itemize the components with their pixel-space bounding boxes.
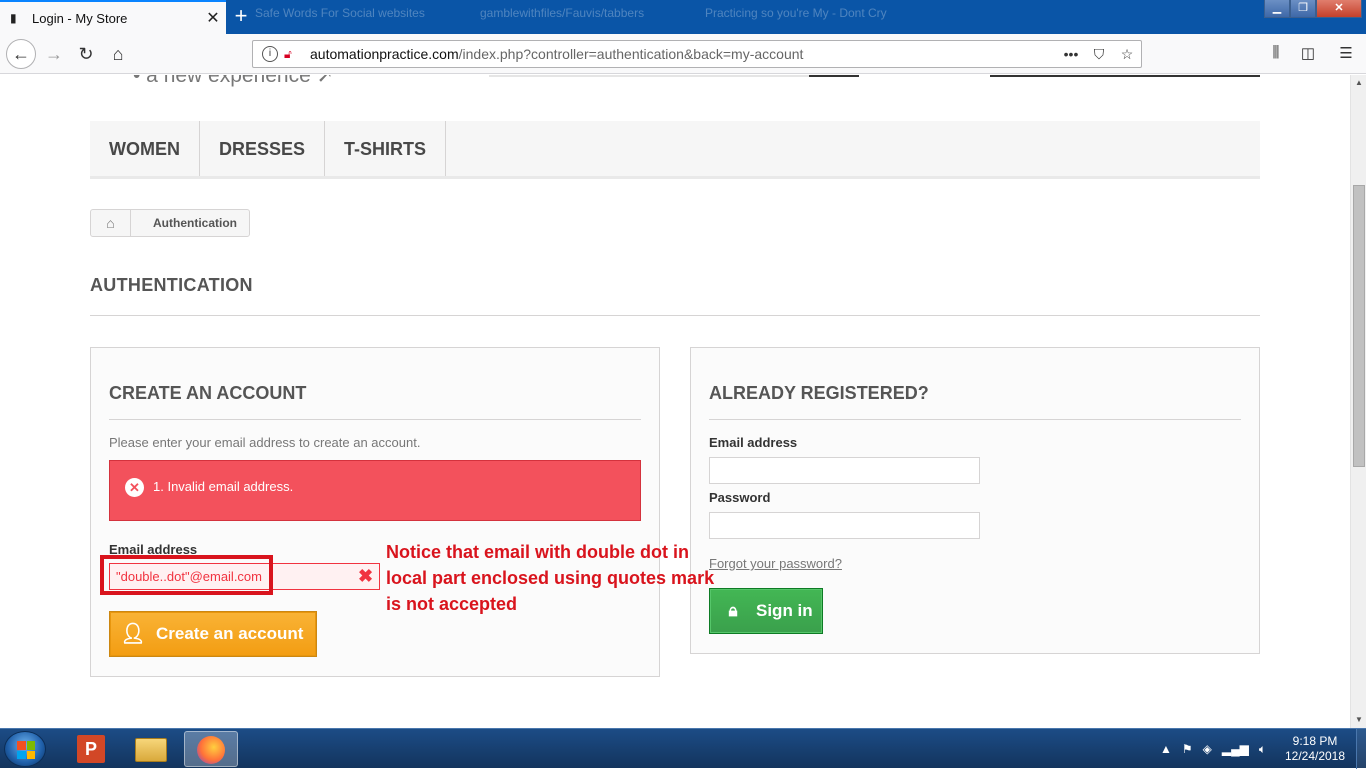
login-email-label: Email address [709,435,798,450]
security-icon[interactable]: ◈ [1203,742,1212,756]
browser-nav-bar: ← → ↻ ⌂ i 🔓︎ automationpractice.com/inde… [0,34,1366,74]
sidebar-icon[interactable]: ◫ [1297,44,1319,62]
maximize-icon[interactable]: ❐ [1290,0,1316,18]
page-title: AUTHENTICATION [90,275,253,295]
browser-tab-bar: ▮ Login - My Store ✕ + Safe Words For So… [0,0,1366,34]
password-input[interactable] [709,512,980,539]
show-desktop-button[interactable] [1356,729,1366,769]
windows-logo-icon [17,741,35,759]
system-tray: ▲ ⚑ ◈ ▂▄▆ 🔈︎ [1160,729,1276,769]
minimize-icon[interactable]: ▁ [1264,0,1290,18]
create-account-form: CREATE AN ACCOUNT Please enter your emai… [90,347,660,677]
url-text[interactable]: automationpractice.com/index.php?control… [310,46,1057,62]
breadcrumb-home-icon[interactable]: ⌂ [91,210,131,236]
header-tagline: • a new experience ➚ [133,75,335,87]
close-tab-icon[interactable]: ✕ [200,8,226,28]
annotation-line-1: Notice that email with double dot in [386,542,690,562]
folder-icon [135,738,167,762]
annotation-highlight-box [100,555,273,595]
back-icon[interactable]: ← [6,39,36,69]
annotation-line-2: local part enclosed using quotes mark [386,568,715,588]
create-account-button[interactable]: 👤︎ Create an account [109,611,317,657]
page-scrollbar[interactable]: ▲ ▼ [1350,75,1366,728]
password-label: Password [709,490,771,505]
breadcrumb: ⌂ Authentication [90,209,250,237]
menu-icon[interactable]: ☰ [1335,44,1357,62]
start-button[interactable] [4,731,46,767]
insecure-lock-icon[interactable]: 🔓︎ [284,47,300,62]
url-path: /index.php?controller=authentication&bac… [458,46,804,62]
menu-item-women[interactable]: Women [90,121,200,176]
error-icon: ✕ [125,478,144,497]
clock-date: 12/24/2018 [1284,749,1346,763]
network-icon[interactable]: ▂▄▆ [1222,742,1249,756]
annotation-note: Notice that email with double dot in loc… [386,539,726,617]
action-center-flag-icon[interactable]: ⚑ [1182,742,1193,756]
create-account-heading: CREATE AN ACCOUNT [109,383,307,403]
bookmark-star-icon[interactable]: ☆ [1113,46,1141,63]
new-tab-icon[interactable]: + [230,4,252,28]
taskbar-file-explorer[interactable] [124,731,178,767]
error-alert: ✕ 1. Invalid email address. [109,460,641,521]
cart-block-edge [990,75,1260,77]
firefox-icon [197,736,225,764]
menu-item-tshirts[interactable]: T-shirts [325,121,447,176]
create-account-description: Please enter your email address to creat… [109,435,421,450]
sign-in-button-label: Sign in [756,601,813,620]
info-icon[interactable]: i [262,46,278,62]
invalid-input-icon: ✖ [358,566,374,586]
taskbar-firefox[interactable] [184,731,238,767]
page-viewport: • a new experience ➚ Women Dresses T-shi… [0,75,1350,728]
heading-divider [90,315,1260,316]
sign-in-button[interactable]: 🔒︎ Sign in [709,588,823,634]
main-menu: Women Dresses T-shirts [90,121,1260,179]
more-icon[interactable]: ••• [1057,46,1085,62]
search-button-edge [809,75,859,77]
scrollbar-thumb[interactable] [1353,185,1365,467]
taskbar-powerpoint[interactable]: P [64,731,118,767]
create-account-button-label: Create an account [156,624,304,643]
store-favicon-icon: ▮ [10,11,17,25]
error-message: 1. Invalid email address. [153,479,294,494]
volume-icon[interactable]: 🔈︎ [1259,742,1266,757]
url-domain: automationpractice.com [310,46,459,62]
login-form: ALREADY REGISTERED? Email address Passwo… [690,347,1260,654]
background-tab-3[interactable]: Practicing so you're My - Dont Cry [705,6,895,28]
search-field-edge [489,75,809,77]
windows-taskbar: P ▲ ⚑ ◈ ▂▄▆ 🔈︎ 9:18 PM 12/24/2018 [0,728,1366,769]
home-icon[interactable]: ⌂ [104,40,132,68]
scroll-up-icon[interactable]: ▲ [1351,75,1366,91]
tray-expand-icon[interactable]: ▲ [1160,742,1172,756]
annotation-line-3: is not accepted [386,594,518,614]
login-divider [709,419,1241,420]
reload-icon[interactable]: ↻ [72,40,100,68]
clock-time: 9:18 PM [1292,734,1338,748]
breadcrumb-current: Authentication [153,216,237,230]
url-bar[interactable]: i 🔓︎ automationpractice.com/index.php?co… [252,40,1142,68]
close-window-icon[interactable]: ✕ [1316,0,1362,18]
create-account-divider [109,419,641,420]
menu-item-dresses[interactable]: Dresses [200,121,326,176]
background-tab-1[interactable]: Safe Words For Social websites [255,6,445,28]
user-icon: 👤︎ [120,623,146,645]
system-clock[interactable]: 9:18 PM 12/24/2018 [1282,734,1348,764]
scroll-down-icon[interactable]: ▼ [1351,712,1366,728]
forgot-password-link[interactable]: Forgot your password? [709,556,842,571]
pocket-icon[interactable]: ⛉ [1085,46,1113,63]
library-icon[interactable]: ⫼ [1265,44,1287,61]
login-heading: ALREADY REGISTERED? [709,383,929,403]
powerpoint-icon: P [77,735,105,763]
window-controls: ▁ ❐ ✕ [1264,0,1362,20]
forward-icon[interactable]: → [40,40,68,68]
login-email-input[interactable] [709,457,980,484]
tab-title: Login - My Store [32,10,128,26]
background-tab-2[interactable]: gamblewithfiles/Fauvis/tabbers [480,6,670,28]
tab-login-my-store[interactable]: ▮ Login - My Store ✕ [0,0,226,34]
